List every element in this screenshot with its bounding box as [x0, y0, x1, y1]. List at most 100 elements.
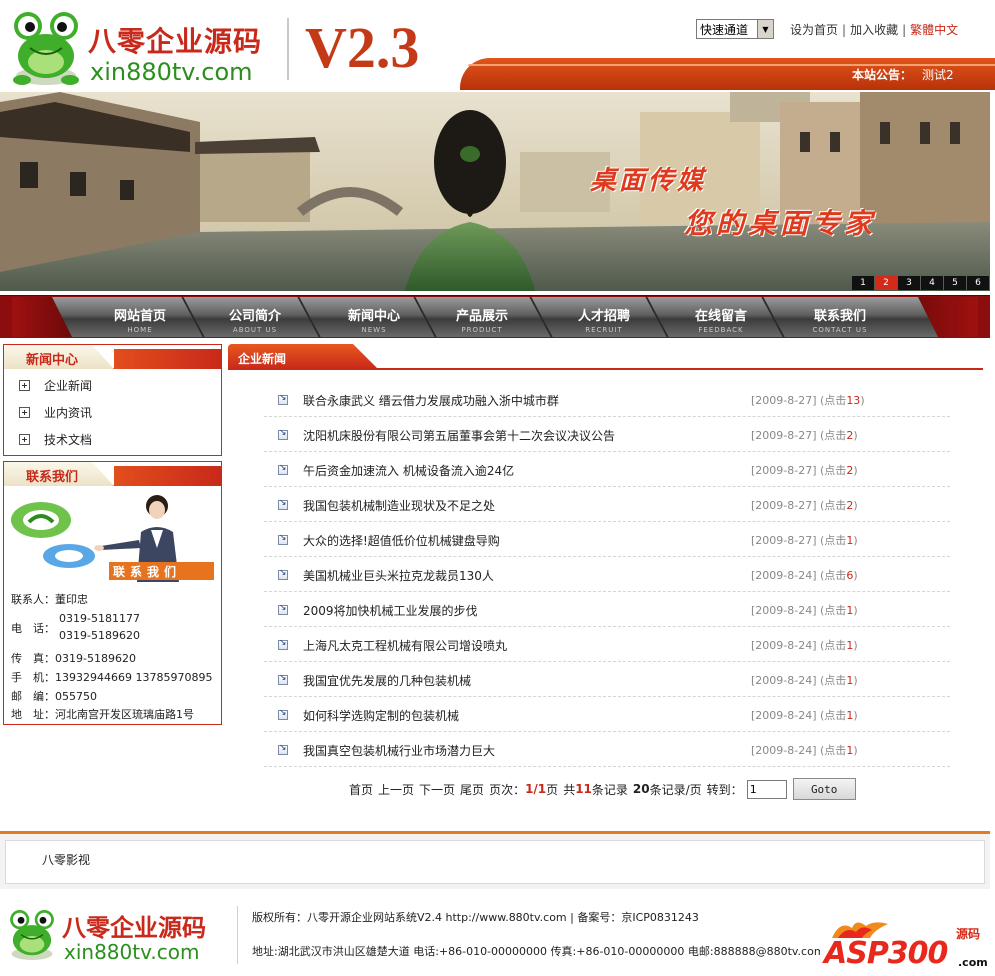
news-title-link[interactable]: 上海凡太克工程机械有限公司增设喷丸	[303, 637, 507, 654]
news-date: [2009-8-27]	[751, 499, 817, 512]
hits-prefix: (点击	[820, 709, 847, 722]
news-date: [2009-8-24]	[751, 639, 817, 652]
banner-page-6[interactable]: 6	[967, 276, 989, 290]
nav-right-cap	[918, 297, 978, 337]
nav-news[interactable]: 新闻中心 NEWS	[316, 297, 432, 337]
hits-suffix: )	[853, 674, 858, 687]
add-favorite-link[interactable]: 加入收藏	[850, 23, 898, 37]
site-header: 八零企业源码 xin880tv.com V2.3 快速通道 ▼ 设为首页 | 加入收…	[0, 0, 995, 92]
news-row: 上海凡太克工程机械有限公司增设喷丸 [2009-8-24] (点击1)	[264, 627, 950, 662]
hits-suffix: )	[853, 569, 858, 582]
version-label: V2.3	[305, 15, 420, 80]
hits-prefix: (点击	[820, 604, 847, 617]
news-meta: [2009-8-27] (点击2)	[751, 462, 858, 478]
next-page-link[interactable]: 下一页	[419, 781, 455, 798]
goto-button[interactable]: Goto	[792, 778, 856, 800]
contact-phone-label-row: 电 话：	[11, 620, 55, 636]
hero-banner[interactable]: 桌面传媒 您的桌面专家 1 2 3 4 5 6	[0, 92, 990, 291]
asp300-text: ASP300	[824, 936, 948, 971]
traditional-chinese-link[interactable]: 繁體中文	[910, 23, 958, 37]
nav-product[interactable]: 产品展示 PRODUCT	[424, 297, 540, 337]
banner-slogan-2: 您的桌面专家	[684, 207, 877, 240]
last-page-link[interactable]: 尾页	[460, 781, 484, 798]
category-enterprise-news[interactable]: 企业新闻	[19, 375, 92, 395]
news-title-link[interactable]: 2009将加快机械工业发展的步伐	[303, 602, 478, 619]
first-page-link[interactable]: 首页	[349, 781, 373, 798]
news-date: [2009-8-27]	[751, 394, 817, 407]
main-section-title: 企业新闻	[238, 352, 287, 366]
footer-copyright: 版权所有：八零开源企业网站系统V2.4 http://www.880tv.com…	[252, 911, 699, 924]
banner-page-1[interactable]: 1	[852, 276, 874, 290]
news-meta: [2009-8-24] (点击1)	[751, 742, 858, 758]
box-title-accent	[114, 349, 222, 369]
news-title-link[interactable]: 我国真空包装机械行业市场潜力巨大	[303, 742, 495, 759]
hits-suffix: )	[853, 604, 858, 617]
banner-page-5[interactable]: 5	[944, 276, 966, 290]
hits-prefix: (点击	[820, 569, 847, 582]
goto-page-input[interactable]	[746, 779, 787, 799]
contact-zip-row: 邮 编：055750	[11, 688, 97, 704]
site-logo[interactable]: 八零企业源码 xin880tv.com	[8, 6, 288, 88]
total-count: 11	[575, 782, 592, 796]
arrow-bullet-icon	[278, 428, 288, 440]
nav-recruit-label: 人才招聘	[577, 309, 630, 324]
contact-address-label: 地 址：	[11, 708, 55, 721]
news-title-link[interactable]: 如何科学选购定制的包装机械	[303, 707, 459, 724]
banner-page-4[interactable]: 4	[921, 276, 943, 290]
link-separator: |	[902, 23, 907, 37]
news-row: 我国宜优先发展的几种包装机械 [2009-8-24] (点击1)	[264, 662, 950, 697]
news-title-link[interactable]: 美国机械业巨头米拉克龙裁员130人	[303, 567, 494, 584]
banner-pager: 1 2 3 4 5 6	[852, 276, 990, 290]
nav-home-label: 网站首页	[113, 309, 166, 324]
total-prefix: 共	[563, 782, 576, 797]
news-title-link[interactable]: 联合永康武义 缙云借力发展成功融入浙中城市群	[303, 392, 559, 409]
contact-fax-value: 0319-5189620	[55, 652, 136, 665]
news-meta: [2009-8-24] (点击1)	[751, 637, 858, 653]
contact-phone-label: 电 话：	[11, 622, 55, 635]
news-title-link[interactable]: 大众的选择!超值低价位机械键盘导购	[303, 532, 500, 549]
footer-divider	[237, 906, 238, 964]
news-title-link[interactable]: 沈阳机床股份有限公司第五届董事会第十二次会议决议公告	[303, 427, 615, 444]
category-industry-info[interactable]: 业内资讯	[19, 402, 92, 422]
news-row: 联合永康武义 缙云借力发展成功融入浙中城市群 [2009-8-27] (点击13)	[264, 382, 950, 417]
hits-prefix: (点击	[820, 744, 847, 757]
news-date: [2009-8-24]	[751, 674, 817, 687]
contact-person-row: 联系人：董印忠	[11, 591, 88, 607]
news-row: 2009将加快机械工业发展的步伐 [2009-8-24] (点击1)	[264, 592, 950, 627]
news-date: [2009-8-27]	[751, 534, 817, 547]
contact-phone1: 0319-5181177	[59, 612, 140, 625]
banner-page-3[interactable]: 3	[898, 276, 920, 290]
nav-about[interactable]: 公司简介 ABOUT US	[197, 297, 313, 337]
quick-nav-select[interactable]: 快速通道 ▼	[696, 19, 774, 39]
per-page-suffix: 条记录/页	[649, 782, 702, 797]
friend-links-box: 八零影视	[5, 840, 985, 884]
nav-recruit[interactable]: 人才招聘 RECRUIT	[546, 297, 662, 337]
hits-suffix: )	[853, 429, 858, 442]
category-tech-docs[interactable]: 技术文档	[19, 429, 92, 449]
nav-feedback[interactable]: 在线留言 FEEDBACK	[663, 297, 779, 337]
hits-suffix: )	[853, 639, 858, 652]
nav-home[interactable]: 网站首页 HOME	[82, 297, 198, 337]
footer-logo[interactable]: 八零企业源码 xin880tv.com	[6, 904, 234, 964]
friend-link[interactable]: 八零影视	[42, 851, 90, 868]
nav-news-label: 新闻中心	[347, 309, 400, 324]
pagination: 首页 上一页 下一页 尾页 页次： 1/1 页 共 11 条记录 20 条记录/页 转到：…	[349, 778, 856, 800]
news-row: 我国包装机械制造业现状及不足之处 [2009-8-27] (点击2)	[264, 487, 950, 522]
news-title-link[interactable]: 我国包装机械制造业现状及不足之处	[303, 497, 495, 514]
arrow-bullet-icon	[278, 708, 288, 720]
nav-contact[interactable]: 联系我们 CONTACT US	[782, 297, 898, 337]
news-title-link[interactable]: 我国宜优先发展的几种包装机械	[303, 672, 471, 689]
news-meta: [2009-8-24] (点击1)	[751, 707, 858, 723]
goto-label: 转到：	[706, 782, 743, 797]
set-homepage-link[interactable]: 设为首页	[790, 23, 838, 37]
frog-mascot-icon	[13, 12, 79, 85]
hits-suffix: )	[853, 709, 858, 722]
banner-page-2[interactable]: 2	[875, 276, 897, 290]
asp300-logo[interactable]: ASP300 源码 .com	[820, 918, 990, 976]
nav-feedback-en: FEEDBACK	[698, 326, 744, 334]
notice-text[interactable]: 测试2	[922, 66, 954, 83]
nav-contact-en: CONTACT US	[812, 326, 868, 334]
prev-page-link[interactable]: 上一页	[378, 781, 414, 798]
dropdown-arrow-icon[interactable]: ▼	[757, 20, 773, 38]
news-title-link[interactable]: 午后资金加速流入 机械设备流入逾24亿	[303, 462, 514, 479]
